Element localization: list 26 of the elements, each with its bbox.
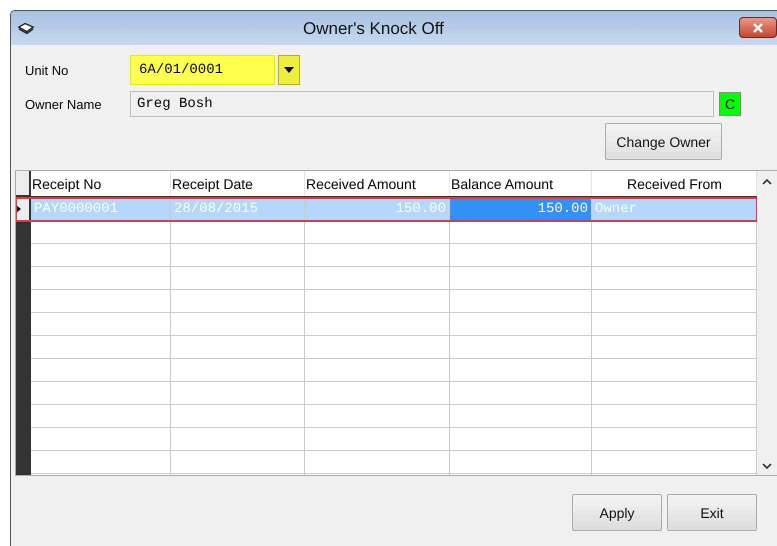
change-owner-button[interactable]: Change Owner [605,123,722,160]
table-cell: PAY0000001 [31,198,171,221]
dialog-button[interactable]: Apply [572,494,662,531]
book-icon [17,21,35,35]
column-header[interactable]: Receipt No [31,171,171,196]
column-header[interactable]: Receipt Date [171,171,305,196]
field-label: Owner Name [24,96,103,112]
row-pointer-icon [16,205,21,213]
row-selector[interactable] [16,198,31,221]
table-cell: 150.00 [305,198,450,221]
status-badge: C [719,92,741,116]
table-cell: 28/08/2015 [171,198,305,221]
table-cell: Owner [592,198,757,221]
dropdown-icon [284,67,294,73]
scroll-down-icon [762,463,772,469]
close-button[interactable] [739,17,777,38]
column-header[interactable]: Received Amount [305,171,450,196]
dialog-button[interactable]: Exit [667,494,757,531]
column-header[interactable]: Balance Amount [450,171,592,196]
close-icon [752,22,764,32]
window-title: Owner's Knock Off [303,19,444,39]
owner-name-field[interactable]: Greg Bosh [130,91,714,117]
scroll-up-icon [762,179,772,185]
table-cell: 150.00 [450,198,592,221]
scrollbar[interactable] [757,171,777,475]
field-label: Unit No [24,62,70,78]
